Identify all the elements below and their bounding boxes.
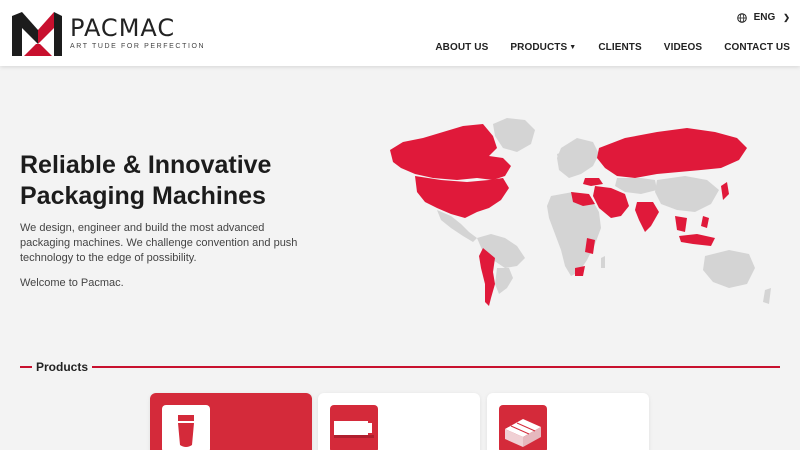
logo-mark-icon [12,12,62,56]
map-new-zealand [763,288,771,304]
product-card-cartons[interactable] [487,393,649,450]
divider-long [92,366,780,368]
nav-videos-label: VIDEOS [663,42,703,53]
nav-about-us[interactable]: ABOUT US [435,42,488,53]
map-southeast-asia [675,216,687,232]
map-africa [547,192,601,276]
map-greenland [493,118,535,152]
map-china [655,176,719,212]
nav-clients[interactable]: CLIENTS [598,42,641,53]
hero-title-line2: Packaging Machines [20,182,266,210]
product-thumb [162,405,210,450]
world-map [390,118,771,306]
caret-down-icon: ▼ [569,44,577,51]
product-thumb [499,405,547,450]
nav-videos[interactable]: VIDEOS [664,42,702,53]
nav-clients-label: CLIENTS [598,42,642,53]
machine-icon [334,421,374,438]
map-south-america-south [495,268,513,294]
map-australia [703,250,755,288]
map-madagascar [601,256,605,268]
nav-products-label: PRODUCTS [510,42,568,53]
map-russia [597,128,747,178]
nav-contact-us-label: CONTACT US [724,42,790,53]
map-usa [415,176,509,218]
nav-about-us-label: ABOUT US [435,42,489,53]
language-label: ENG [753,12,776,23]
divider-short [20,366,32,368]
hero-welcome: Welcome to Pacmac. [20,277,124,289]
brand-name: PACMAC [70,14,176,42]
carton-icon [505,419,541,447]
tube-icon [178,415,194,447]
nav-products[interactable]: PRODUCTS ▼ [510,42,576,53]
site-header: PACMAC ART TUDE FOR PERFECTION ENG ❯ ABO… [0,0,800,66]
language-selector[interactable]: ENG ❯ [736,12,790,23]
map-canada [390,124,511,180]
map-south-america-west [479,248,495,306]
map-japan [721,182,729,200]
map-indonesia [679,234,715,246]
map-central-asia [615,178,657,194]
product-card-tubes[interactable] [150,393,312,450]
map-philippines [701,216,709,228]
main-nav: ABOUT US PRODUCTS ▼ CLIENTS VIDEOS CONTAC… [413,42,790,53]
products-section-header: Products [20,359,780,375]
map-india [635,202,659,232]
hero-description: We design, engineer and build the most a… [20,222,298,264]
hero-title: Reliable & Innovative Packaging Machines [20,150,320,212]
map-turkey [583,178,603,186]
nav-contact-us[interactable]: CONTACT US [724,42,790,53]
globe-icon [736,12,747,23]
logo[interactable]: PACMAC ART TUDE FOR PERFECTION [10,10,205,58]
product-thumb [330,405,378,450]
brand-tagline: ART TUDE FOR PERFECTION [70,43,206,50]
chevron-down-icon: ❯ [783,13,790,22]
products-heading: Products [36,360,89,374]
product-card-machines[interactable] [318,393,480,450]
hero-title-line1: Reliable & Innovative [20,151,272,179]
